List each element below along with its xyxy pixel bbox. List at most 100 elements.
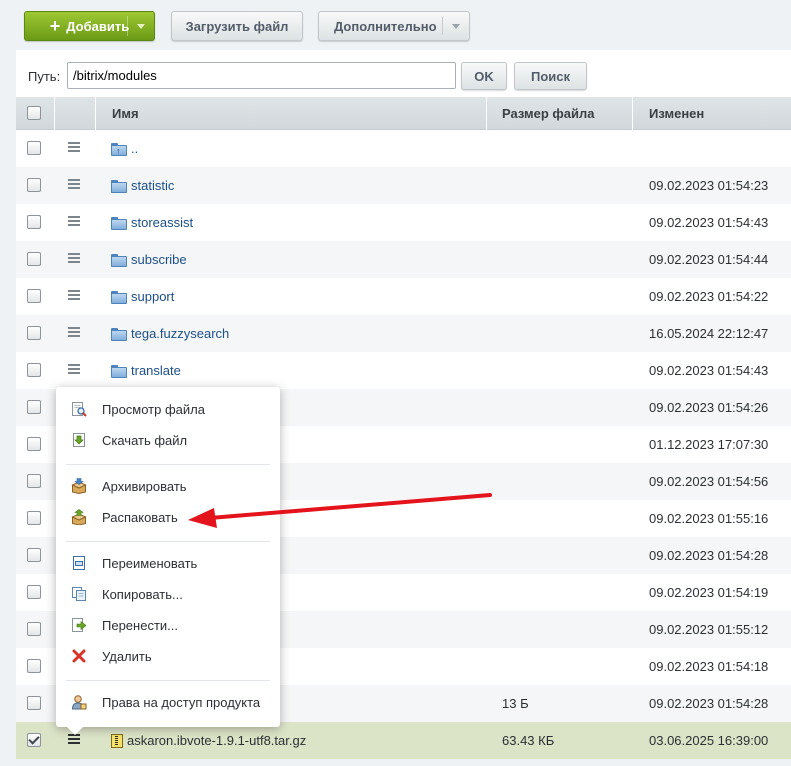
folder-icon (111, 364, 127, 378)
folder-icon (111, 327, 127, 341)
path-input[interactable] (67, 62, 456, 89)
ok-button[interactable]: OK (461, 62, 507, 90)
column-header-name[interactable]: Имя (96, 97, 487, 130)
row-menu-icon[interactable] (68, 364, 80, 374)
modified-date: 01.12.2023 17:07:30 (649, 437, 769, 452)
folder-icon (111, 216, 127, 230)
modified-date: 09.02.2023 01:54:22 (649, 289, 769, 304)
modified-date: 09.02.2023 01:54:43 (649, 363, 769, 378)
more-button[interactable]: Дополнительно (318, 11, 470, 41)
table-row[interactable]: translate 09.02.2023 01:54:43 (16, 352, 791, 389)
annotation-arrow (188, 493, 492, 528)
modified-date: 09.02.2023 01:55:16 (649, 511, 769, 526)
row-checkbox[interactable] (27, 548, 41, 562)
row-checkbox[interactable] (27, 585, 41, 599)
row-checkbox[interactable] (27, 659, 41, 673)
row-checkbox[interactable] (27, 437, 41, 451)
toolbar: + Добавить Загрузить файл Дополнительно (0, 0, 791, 50)
file-name-link[interactable]: tega.fuzzysearch (111, 315, 229, 352)
modified-date: 16.05.2024 22:12:47 (649, 326, 769, 341)
row-checkbox[interactable] (27, 622, 41, 636)
row-menu-icon[interactable] (68, 216, 80, 226)
table-row[interactable]: statistic 09.02.2023 01:54:23 (16, 167, 791, 204)
column-header-size[interactable]: Размер файла (487, 97, 633, 130)
file-name-text: translate (131, 363, 181, 378)
row-menu-icon[interactable] (68, 290, 80, 300)
row-checkbox[interactable] (27, 696, 41, 710)
select-all-checkbox[interactable] (27, 106, 41, 120)
file-name-text: .. (131, 141, 139, 156)
menu-item-delete[interactable]: Удалить (56, 643, 280, 669)
add-button[interactable]: + Добавить (24, 11, 155, 41)
file-name-link[interactable]: ↑.. (111, 130, 138, 167)
move-icon (72, 618, 87, 632)
folder-icon (111, 290, 127, 304)
row-menu-icon[interactable] (68, 142, 80, 152)
row-checkbox[interactable] (27, 178, 41, 192)
add-button-label: Добавить (66, 18, 130, 34)
row-menu-icon[interactable] (68, 327, 80, 337)
chevron-down-icon (452, 24, 460, 29)
menu-item-rename[interactable]: Переименовать (56, 550, 280, 576)
table-row[interactable]: storeassist 09.02.2023 01:54:43 (16, 204, 791, 241)
menu-item-copy[interactable]: Копировать... (56, 581, 280, 607)
table-row[interactable]: subscribe 09.02.2023 01:54:44 (16, 241, 791, 278)
row-checkbox[interactable] (27, 474, 41, 488)
table-row[interactable]: tega.fuzzysearch 16.05.2024 22:12:47 (16, 315, 791, 352)
file-name-link[interactable]: translate (111, 352, 181, 389)
file-name-link[interactable]: support (111, 278, 174, 315)
row-checkbox[interactable] (27, 252, 41, 266)
file-name-link[interactable]: statistic (111, 167, 174, 204)
table-row[interactable]: ↑.. (16, 130, 791, 167)
row-menu-icon[interactable] (68, 253, 80, 263)
row-checkbox[interactable] (27, 363, 41, 377)
file-name-text: support (131, 289, 175, 304)
menu-item-access-rights[interactable]: Права на доступ продукта (56, 689, 280, 715)
folder-up-icon: ↑ (111, 142, 127, 156)
modified-date: 09.02.2023 01:54:28 (649, 696, 769, 711)
file-size: 63.43 КБ (502, 733, 555, 748)
row-menu-icon[interactable] (68, 734, 80, 744)
chevron-down-icon[interactable] (137, 24, 145, 29)
modified-date: 09.02.2023 01:54:43 (649, 215, 769, 230)
plus-icon: + (49, 16, 61, 36)
row-menu-icon[interactable] (68, 179, 80, 189)
file-name-link[interactable]: subscribe (111, 241, 187, 278)
unpack-icon (71, 509, 87, 525)
file-name-link[interactable]: askaron.ibvote-1.9.1-utf8.tar.gz (111, 722, 306, 759)
more-button-label: Дополнительно (334, 18, 437, 34)
row-checkbox[interactable] (27, 215, 41, 229)
row-checkbox[interactable] (27, 511, 41, 525)
modified-date: 09.02.2023 01:55:12 (649, 622, 769, 637)
row-checkbox[interactable] (27, 326, 41, 340)
download-icon (73, 433, 85, 447)
file-name-text: askaron.ibvote-1.9.1-utf8.tar.gz (127, 733, 307, 748)
file-name-text: statistic (131, 178, 175, 193)
search-button[interactable]: Поиск (514, 62, 587, 90)
column-header-modified[interactable]: Изменен (633, 97, 791, 130)
menu-item-download-file[interactable]: Скачать файл (56, 427, 280, 453)
modified-date: 09.02.2023 01:54:23 (649, 178, 769, 193)
row-checkbox[interactable] (27, 141, 41, 155)
file-name-text: subscribe (131, 252, 187, 267)
grid-header: Имя Размер файла Изменен (16, 97, 791, 130)
table-row[interactable]: support 09.02.2023 01:54:22 (16, 278, 791, 315)
rename-icon (73, 556, 85, 570)
menu-item-move[interactable]: Перенести... (56, 612, 280, 638)
row-checkbox[interactable] (27, 400, 41, 414)
path-label: Путь: (28, 69, 61, 84)
modified-date: 09.02.2023 01:54:26 (649, 400, 769, 415)
file-name-text: storeassist (131, 215, 194, 230)
modified-date: 09.02.2023 01:54:19 (649, 585, 769, 600)
table-row[interactable]: askaron.ibvote-1.9.1-utf8.tar.gz 63.43 КБ… (16, 722, 791, 759)
modified-date: 09.02.2023 01:54:44 (649, 252, 769, 267)
view-file-icon (72, 402, 87, 417)
folder-icon (111, 253, 127, 267)
row-checkbox[interactable] (27, 733, 41, 747)
row-checkbox[interactable] (27, 289, 41, 303)
file-name-link[interactable]: storeassist (111, 204, 193, 241)
copy-icon (72, 587, 86, 601)
modified-date: 09.02.2023 01:54:18 (649, 659, 769, 674)
upload-file-button[interactable]: Загрузить файл (171, 11, 303, 41)
menu-item-view-file[interactable]: Просмотр файла (56, 396, 280, 422)
